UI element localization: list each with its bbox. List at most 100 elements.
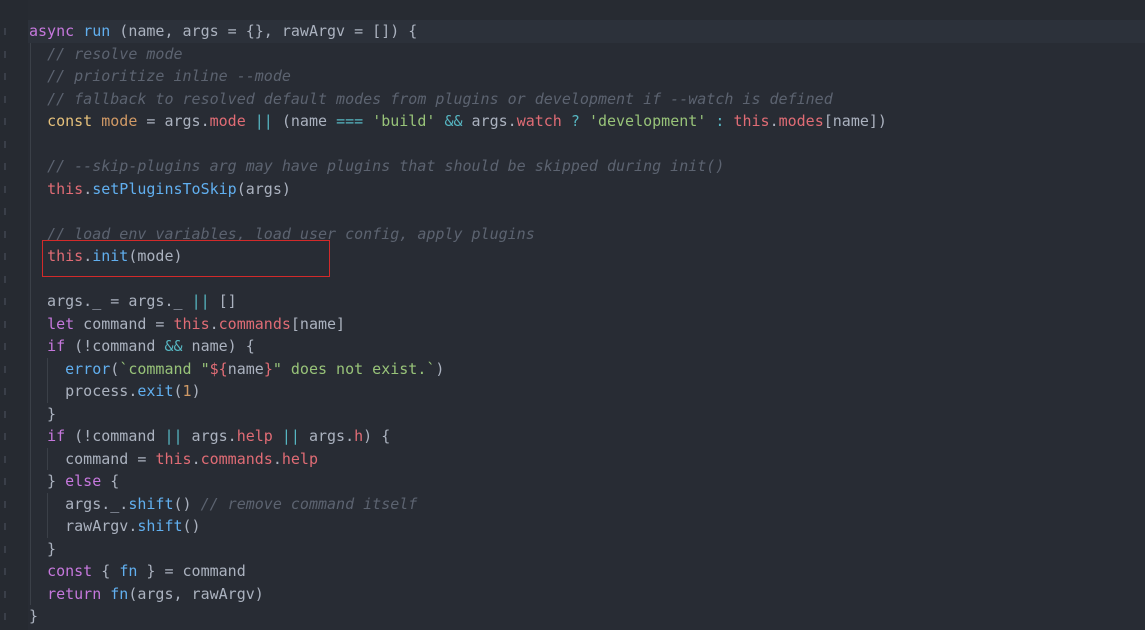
code-line[interactable]: this.setPluginsToSkip(args) [29,178,887,201]
gutter-marker [4,478,6,485]
code-token: . [191,449,201,468]
gutter-marker [4,185,6,193]
code-line[interactable]: args._ = args._ || [] [29,290,887,313]
code-token: fn [119,562,138,580]
code-line[interactable]: command = this.commands.help [29,448,887,471]
code-line[interactable]: let command = this.commands[name] [29,313,887,336]
code-token: this [733,112,770,130]
code-token: } [29,472,66,490]
code-token: const [47,562,93,580]
code-line[interactable]: rawArgv.shift() [29,515,887,538]
code-line[interactable]: } [29,403,887,426]
code-token: 'development' [588,112,707,130]
code-line[interactable]: process.exit(1) [29,380,887,403]
code-token: else [65,472,102,490]
code-line[interactable]: return fn(args, rawArgv) [29,583,887,606]
gutter-marker [4,590,6,598]
code-token: help [236,427,273,445]
gutter-marker [4,208,6,215]
code-token: " does not exist.` [272,359,436,378]
code-token: // prioritize inline --mode [47,67,291,85]
code-token: args. [182,427,237,445]
code-token: commands [218,314,291,333]
code-token: exit [137,382,174,400]
code-editor[interactable]: async run (name, args = {}, rawArgv = []… [0,0,1145,630]
code-token: || [164,427,183,445]
code-token: const [47,112,93,130]
code-token: ) { [363,427,391,445]
gutter-marker [4,298,6,305]
code-token: . [769,112,779,130]
code-token: process. [29,382,138,400]
code-content[interactable]: async run (name, args = {}, rawArgv = []… [29,20,887,628]
code-line[interactable]: async run (name, args = {}, rawArgv = []… [29,20,887,43]
code-token: ) [191,382,201,400]
code-token: (name, args = {}, rawArgv = []) { [110,22,418,40]
code-line[interactable]: const mode = args.mode || (name === 'bui… [29,110,887,133]
code-token: } [29,607,39,625]
gutter-marker [4,568,6,575]
code-line[interactable]: // fallback to resolved default modes fr… [29,88,887,111]
code-line[interactable]: ​ [29,268,887,291]
code-token: // remove command itself [200,494,418,513]
code-line[interactable]: if (!command && name) { [29,335,887,358]
code-token: () [182,517,201,535]
code-token: if [47,427,66,445]
code-token: return [47,584,102,603]
code-token: args._. [29,494,129,513]
code-token: { [92,562,120,580]
code-token: 1 [182,382,192,400]
editor-gutter [0,0,28,630]
gutter-marker [4,388,6,395]
code-line[interactable]: args._.shift() // remove command itself [29,493,887,516]
gutter-marker [4,118,6,125]
code-token: name) { [182,337,255,355]
code-line[interactable]: this.init(mode) [29,245,887,268]
code-line[interactable]: } [29,605,887,628]
code-token: setPluginsToSkip [92,179,237,198]
code-token: mode [101,112,138,130]
code-token: 'build' [372,112,436,130]
code-line[interactable]: } [29,538,887,561]
code-token: (!command [65,427,165,445]
code-token: [] [209,292,237,310]
code-line[interactable]: // prioritize inline --mode [29,65,887,88]
gutter-marker [4,365,6,373]
code-token: `command " [119,359,210,378]
gutter-marker [4,50,6,58]
code-token: === [336,112,364,130]
code-token: commands [200,449,273,468]
code-token: } [263,359,273,378]
gutter-marker [4,320,6,328]
gutter-marker [4,73,6,80]
code-token: . [83,247,93,265]
code-token: help [281,449,318,468]
code-token: shift [128,494,174,513]
code-line[interactable]: ​ [29,200,887,223]
gutter-marker [4,433,6,440]
code-token: args._ = args._ [29,292,192,310]
code-line[interactable]: } else { [29,470,887,493]
code-token: [name] [290,314,346,333]
code-token: . [83,179,93,198]
code-token: && [444,112,463,130]
gutter-marker [4,95,6,103]
code-line[interactable]: ​ [29,133,887,156]
code-line[interactable]: // --skip-plugins arg may have plugins t… [29,155,887,178]
code-line[interactable]: error(`command "${name}" does not exist.… [29,358,887,381]
code-line[interactable]: if (!command || args.help || args.h) { [29,425,887,448]
code-line[interactable]: // resolve mode [29,43,887,66]
code-token: // resolve mode [47,44,183,63]
gutter-marker [4,140,6,148]
code-token: ) [435,359,445,378]
code-line[interactable]: const { fn } = command [29,560,887,583]
code-line[interactable]: // load env variables, load user config,… [29,223,887,246]
